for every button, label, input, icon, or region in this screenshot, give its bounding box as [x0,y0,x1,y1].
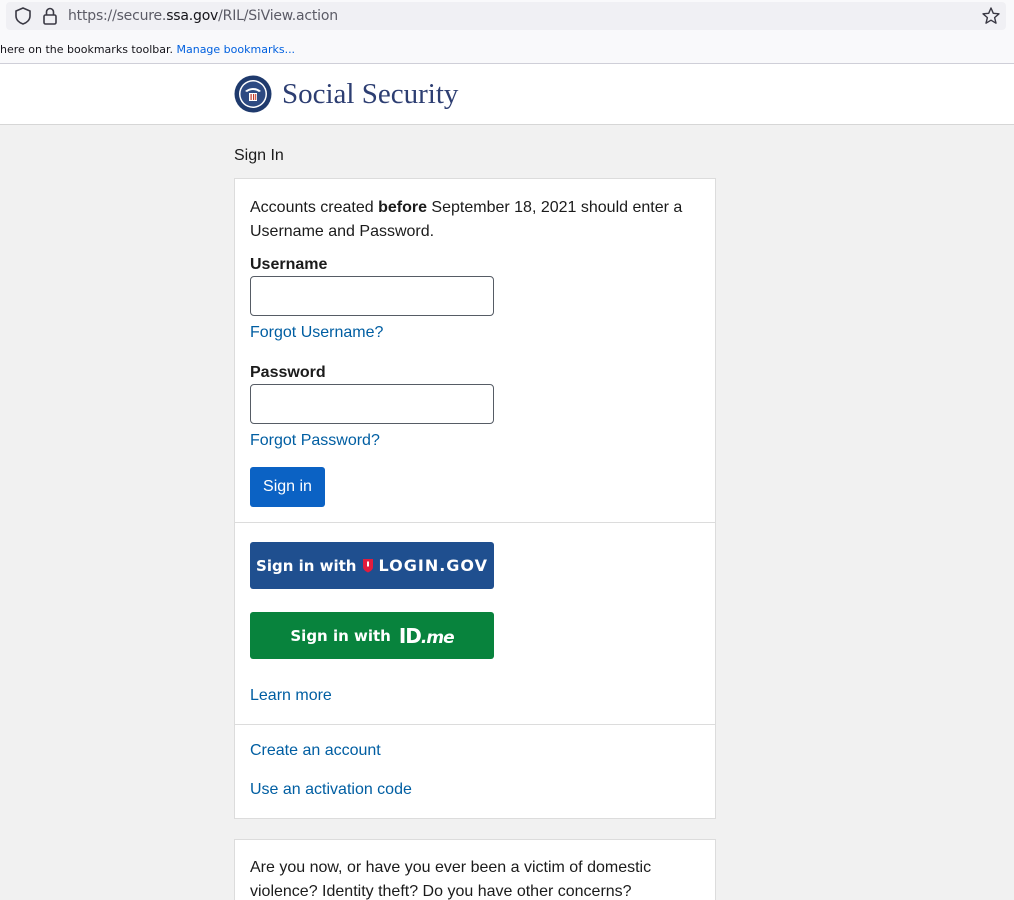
username-label: Username [250,256,328,273]
star-icon[interactable] [981,6,1001,26]
shield-icon[interactable] [14,6,32,26]
ssa-seal-icon[interactable] [234,75,272,113]
password-label: Password [250,364,326,381]
site-brand[interactable]: Social Security [282,78,458,111]
password-input[interactable] [250,384,494,424]
url-path: /RIL/SiView.action [218,8,338,24]
activation-code-link[interactable]: Use an activation code [250,781,412,799]
concerns-text: Are you now, or have you ever been a vic… [250,859,652,900]
page-title: Sign In [234,147,284,164]
manage-bookmarks-link[interactable]: Manage bookmarks... [176,43,295,56]
lock-icon[interactable] [41,6,59,26]
intro-text-bold: before [378,199,427,216]
login-gov-brand: LOGIN.GOV [378,556,488,575]
forgot-password-link[interactable]: Forgot Password? [250,432,380,450]
learn-more-link[interactable]: Learn more [250,687,332,705]
signin-button[interactable]: Sign in [250,467,325,507]
url-prefix: https://secure. [68,8,167,24]
bookmarks-hint: here on the bookmarks toolbar. Manage bo… [0,43,295,56]
login-gov-button[interactable]: Sign in with LOGIN.GOV [250,542,494,589]
idme-button[interactable]: Sign in with ID.me [250,612,494,659]
create-account-link[interactable]: Create an account [250,742,381,760]
browser-url-bar: https://secure.ssa.gov/RIL/SiView.action [0,0,1014,34]
idme-logo-me: .me [420,627,455,648]
url-domain: ssa.gov [166,8,219,24]
section-divider [235,724,715,725]
bookmarks-toolbar: here on the bookmarks toolbar. Manage bo… [0,34,1014,64]
idme-logo: ID.me [398,623,455,648]
site-header: Social Security [0,64,1014,125]
forgot-username-link[interactable]: Forgot Username? [250,324,383,342]
signin-card: Accounts created before September 18, 20… [234,178,716,819]
login-gov-prefix: Sign in with [256,556,357,575]
username-input[interactable] [250,276,494,316]
bookmarks-hint-text: here on the bookmarks toolbar. [0,43,173,56]
url-text[interactable]: https://secure.ssa.gov/RIL/SiView.action [68,8,338,24]
idme-logo-id: ID [398,623,422,648]
section-divider [235,522,715,523]
idme-prefix: Sign in with [290,626,391,645]
intro-text-pre: Accounts created [250,199,379,216]
signin-intro: Accounts created before September 18, 20… [250,196,700,244]
concerns-card: Are you now, or have you ever been a vic… [234,839,716,900]
logingov-shield-icon [362,559,373,573]
